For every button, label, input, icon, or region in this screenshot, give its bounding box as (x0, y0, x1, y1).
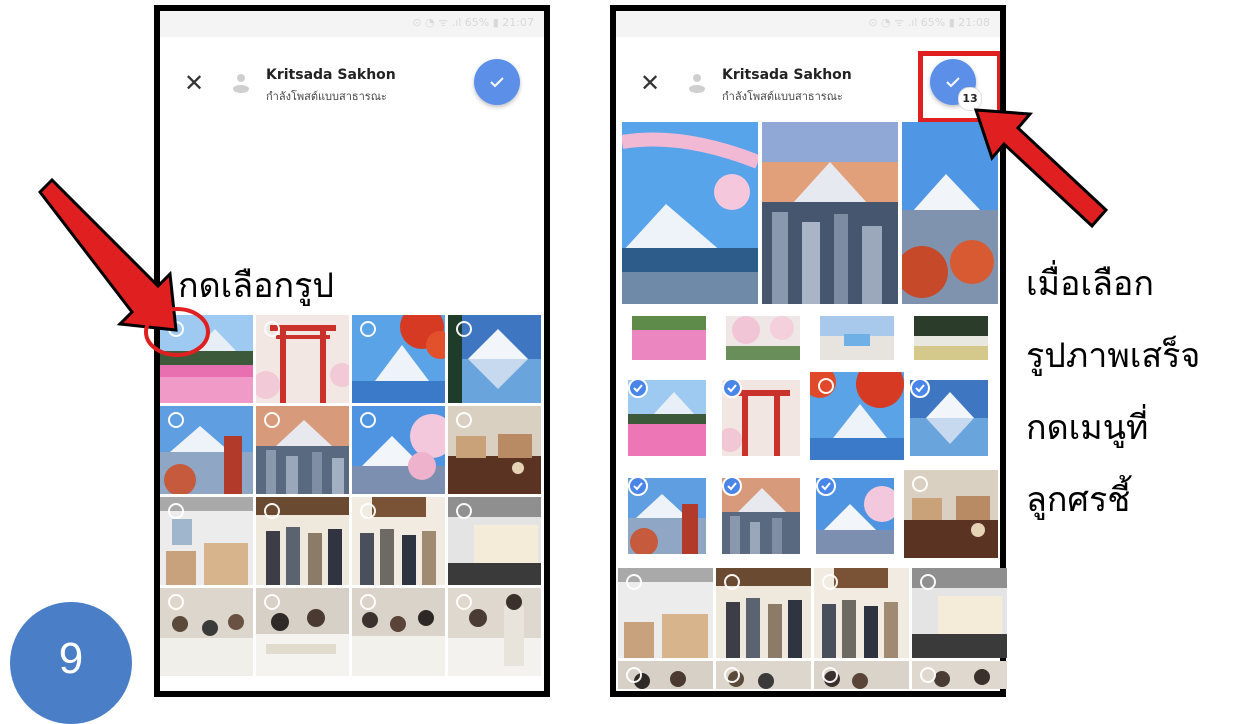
select-circle[interactable] (456, 412, 472, 428)
select-circle[interactable] (724, 574, 740, 590)
select-circle[interactable] (360, 412, 376, 428)
select-circle[interactable] (822, 574, 838, 590)
photo-tile[interactable] (814, 568, 909, 658)
photo-strip (622, 312, 998, 364)
status-text: ⊙ ◔ ᯤ .ıl 65% ▮ 21:08 (868, 16, 990, 29)
close-icon[interactable]: ✕ (638, 71, 662, 95)
confirm-button[interactable] (474, 59, 520, 105)
instruction-line: รูปภาพเสร็จ (1026, 336, 1201, 376)
photo-cell[interactable] (810, 470, 904, 556)
status-bar: ⊙ ◔ ᯤ .ıl 65% ▮ 21:07 (160, 11, 544, 37)
photo-tile[interactable] (912, 661, 1007, 689)
photo-tile[interactable] (256, 497, 349, 585)
selected-check-icon[interactable] (722, 476, 742, 496)
select-circle[interactable] (822, 667, 838, 683)
photo-cell[interactable] (622, 470, 716, 556)
preview-photo[interactable] (622, 122, 758, 304)
instructions-right: เมื่อเลือก รูปภาพเสร็จ กดเมนูที่ ลูกศรชี… (1026, 248, 1200, 536)
photo-tile[interactable] (618, 661, 713, 689)
photo-tile[interactable] (726, 316, 800, 360)
step-number-badge: 9 (10, 602, 132, 724)
photo-tile[interactable] (160, 497, 253, 585)
photo-tile[interactable] (160, 406, 253, 494)
status-text: ⊙ ◔ ᯤ .ıl 65% ▮ 21:07 (412, 16, 534, 29)
photo-tile[interactable] (352, 315, 445, 403)
select-circle[interactable] (264, 503, 280, 519)
selected-check-icon[interactable] (722, 378, 742, 398)
photo-cell[interactable] (904, 470, 998, 558)
photo-tile[interactable] (448, 315, 541, 403)
select-circle[interactable] (920, 574, 936, 590)
photo-tile[interactable] (256, 315, 349, 403)
arrow-pointing-to-confirm (973, 108, 1109, 229)
photo-tile[interactable] (618, 568, 713, 658)
select-circle[interactable] (456, 321, 472, 337)
select-circle[interactable] (168, 412, 184, 428)
photo-tile[interactable] (448, 588, 541, 676)
photo-tile[interactable] (632, 316, 706, 360)
check-icon (490, 77, 504, 88)
photo-cell[interactable] (622, 372, 716, 458)
select-circle[interactable] (456, 594, 472, 610)
user-name: Kritsada Sakhon (722, 67, 852, 83)
select-circle[interactable] (456, 503, 472, 519)
photo-cell[interactable] (716, 372, 810, 458)
composer-header: ✕ Kritsada Sakhon กำลังโพสต์แบบสาธารณะ (160, 37, 544, 137)
post-privacy-status[interactable]: กำลังโพสต์แบบสาธารณะ (722, 87, 843, 105)
selectable-photo-grid (622, 372, 998, 558)
photo-tile[interactable] (448, 406, 541, 494)
select-circle[interactable] (264, 594, 280, 610)
select-circle[interactable] (360, 321, 376, 337)
selected-check-icon[interactable] (628, 378, 648, 398)
close-icon[interactable]: ✕ (182, 71, 206, 95)
selected-check-icon[interactable] (628, 476, 648, 496)
photo-cell[interactable] (716, 470, 810, 556)
select-circle[interactable] (818, 378, 834, 394)
select-circle[interactable] (912, 476, 928, 492)
user-name: Kritsada Sakhon (266, 67, 396, 83)
avatar-icon (233, 74, 249, 93)
select-circle[interactable] (626, 574, 642, 590)
select-circle[interactable] (168, 503, 184, 519)
select-circle[interactable] (724, 667, 740, 683)
photo-cell[interactable] (810, 372, 904, 460)
photo-tile[interactable] (814, 661, 909, 689)
preview-photo[interactable] (762, 122, 898, 304)
photo-tile[interactable] (352, 588, 445, 676)
photo-tile[interactable] (912, 568, 1007, 658)
select-circle[interactable] (168, 594, 184, 610)
photo-tile[interactable] (716, 661, 811, 689)
instruction-line: กดเมนูที่ (1026, 408, 1149, 448)
photo-grid-right-bottom (618, 568, 1007, 689)
select-circle[interactable] (360, 594, 376, 610)
photo-tile[interactable] (352, 497, 445, 585)
avatar-icon (689, 74, 705, 93)
select-circle[interactable] (920, 667, 936, 683)
status-bar: ⊙ ◔ ᯤ .ıl 65% ▮ 21:08 (616, 11, 1000, 37)
selected-check-icon[interactable] (910, 378, 930, 398)
photo-cell[interactable] (904, 372, 998, 458)
select-circle[interactable] (264, 412, 280, 428)
photo-tile[interactable] (352, 406, 445, 494)
step-number: 9 (58, 634, 84, 683)
photo-tile[interactable] (160, 588, 253, 676)
photo-tile[interactable] (716, 568, 811, 658)
select-circle[interactable] (360, 503, 376, 519)
photo-tile[interactable] (448, 497, 541, 585)
photo-tile[interactable] (820, 316, 894, 360)
post-privacy-status[interactable]: กำลังโพสต์แบบสาธารณะ (266, 87, 387, 105)
photo-grid-left (160, 315, 541, 676)
select-circle[interactable] (626, 667, 642, 683)
photo-tile[interactable] (914, 316, 988, 360)
instruction-line: เมื่อเลือก (1026, 264, 1154, 304)
selected-check-icon[interactable] (816, 476, 836, 496)
selection-highlight-circle (144, 307, 210, 357)
photo-tile[interactable] (256, 588, 349, 676)
instruction-line: ลูกศรชี้ (1026, 480, 1131, 520)
selected-preview-row (622, 122, 998, 304)
photo-tile[interactable] (256, 406, 349, 494)
select-circle[interactable] (264, 321, 280, 337)
